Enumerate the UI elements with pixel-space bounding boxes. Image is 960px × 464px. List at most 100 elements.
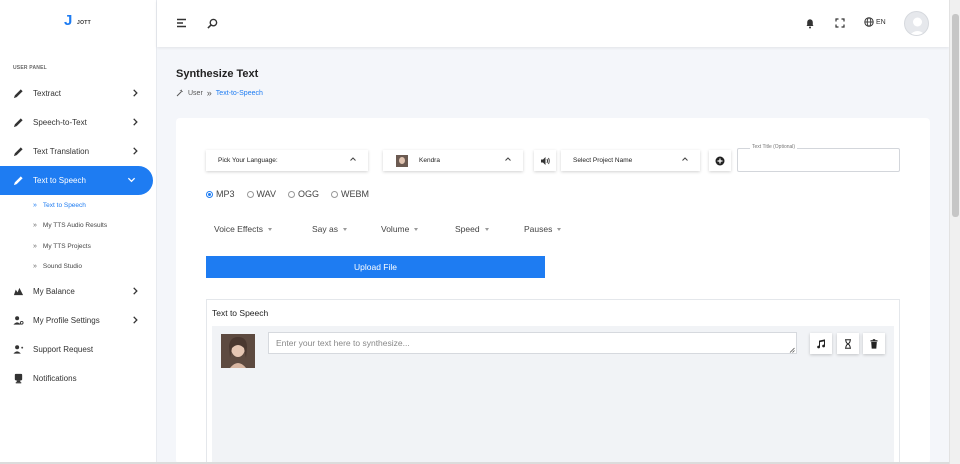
chevron-right-icon: [133, 89, 138, 97]
sidebar-item-text-to-speech[interactable]: Text to Speech: [0, 166, 153, 195]
preview-voice-button[interactable]: [534, 150, 556, 171]
dropdown-label: Say as: [312, 224, 338, 234]
format-radio-wav[interactable]: WAV: [246, 189, 277, 199]
language-code: EN: [876, 18, 886, 26]
fullscreen-icon[interactable]: [834, 17, 846, 29]
app-logo[interactable]: J JOTT: [64, 12, 91, 29]
voice-effects-dropdown[interactable]: Voice Effects: [214, 224, 272, 234]
sidebar-item-label: Speech-to-Text: [33, 118, 87, 127]
sidebar-item-support-request[interactable]: Support Request: [0, 335, 157, 364]
menu-toggle-icon[interactable]: [175, 17, 187, 29]
sidebar-item-label: My Balance: [33, 287, 75, 296]
submenu-item-label: My TTS Audio Results: [42, 222, 108, 230]
language-select[interactable]: Pick Your Language:: [206, 150, 368, 171]
breadcrumb-root[interactable]: User: [188, 90, 203, 97]
double-chevron-icon: »: [33, 222, 37, 230]
radio-indicator: [288, 190, 296, 198]
pen-icon: [13, 117, 24, 128]
sidebar-nav: Textract Speech-to-Text Text Translation…: [0, 79, 157, 393]
radio-label: MP3: [216, 189, 235, 199]
submenu-item-label: Sound Studio: [42, 263, 82, 271]
pauses-dropdown[interactable]: Pauses: [524, 224, 562, 234]
pause-timer-button[interactable]: [837, 333, 859, 354]
add-project-button[interactable]: [709, 150, 731, 171]
sidebar-item-textract[interactable]: Textract: [0, 79, 157, 108]
voice-select[interactable]: Kendra: [383, 150, 523, 171]
sidebar-item-label: Text to Speech: [33, 176, 86, 185]
double-chevron-icon: »: [33, 201, 37, 209]
language-select-value: Pick Your Language:: [218, 157, 278, 164]
resize-handle-icon[interactable]: [789, 347, 795, 353]
caret-down-icon: [557, 227, 562, 231]
breadcrumb: User » Text-to-Speech: [176, 88, 263, 98]
sidebar-item-label: Text Translation: [33, 147, 90, 156]
submenu-item-tts-audio-results[interactable]: » My TTS Audio Results: [0, 216, 157, 237]
voice-portrait-image: [221, 334, 255, 368]
search-icon[interactable]: [206, 17, 218, 29]
sidebar-item-text-translation[interactable]: Text Translation: [0, 137, 157, 166]
logo-letter: J: [64, 12, 73, 29]
pen-icon: [13, 175, 24, 186]
chevron-right-icon: [133, 118, 138, 126]
chevron-up-icon: [505, 157, 511, 161]
submenu-item-sound-studio[interactable]: » Sound Studio: [0, 257, 157, 278]
scrollbar-thumb[interactable]: [952, 14, 959, 217]
voice-avatar[interactable]: [221, 334, 255, 368]
text-title-legend: Text Title (Optional): [750, 144, 798, 150]
format-radio-ogg[interactable]: OGG: [288, 189, 319, 199]
logo-text: JOTT: [77, 19, 91, 26]
plus-circle-icon: [715, 156, 725, 165]
user-avatar-icon: [909, 17, 926, 35]
chevron-up-icon: [682, 157, 688, 161]
format-radio-mp3[interactable]: MP3: [206, 189, 235, 199]
bell-icon[interactable]: [804, 17, 816, 29]
trash-icon: [870, 338, 878, 349]
radio-indicator: [331, 190, 339, 198]
breadcrumb-current: Text-to-Speech: [215, 89, 263, 97]
format-radio-webm[interactable]: WEBM: [331, 189, 369, 199]
sidebar-item-speech-to-text[interactable]: Speech-to-Text: [0, 108, 157, 137]
format-radio-group: MP3 WAV OGG WEBM: [206, 189, 369, 199]
user-avatar[interactable]: [904, 11, 929, 36]
radio-indicator: [206, 190, 213, 198]
chevron-right-icon: [133, 147, 138, 155]
globe-icon: [864, 17, 874, 27]
submenu-item-text-to-speech[interactable]: » Text to Speech: [0, 195, 157, 216]
language-selector[interactable]: EN: [864, 17, 886, 27]
support-icon: [13, 344, 24, 355]
sidebar-item-label: Textract: [33, 89, 62, 98]
music-button[interactable]: [810, 333, 832, 354]
radio-label: WAV: [256, 189, 277, 199]
say-as-dropdown[interactable]: Say as: [312, 224, 347, 234]
speed-dropdown[interactable]: Speed: [455, 224, 489, 234]
caret-down-icon: [414, 227, 419, 231]
dropdown-label: Speed: [455, 224, 480, 234]
pen-icon: [13, 146, 24, 157]
tts-section-label: Text to Speech: [212, 308, 269, 318]
sidebar-item-notifications[interactable]: Notifications: [0, 364, 157, 393]
text-title-field[interactable]: [737, 148, 900, 172]
voice-thumbnail: [396, 154, 408, 167]
pen-icon: [13, 88, 24, 99]
panel-label: USER PANEL: [13, 65, 47, 71]
chevron-right-icon: [133, 316, 138, 324]
page-title: Synthesize Text: [176, 68, 259, 80]
voice-select-value: Kendra: [419, 157, 440, 164]
sidebar-item-label: Notifications: [33, 374, 77, 383]
double-chevron-icon: »: [33, 242, 37, 250]
magic-wand-icon: [176, 89, 183, 97]
dropdown-label: Voice Effects: [214, 224, 263, 234]
upload-file-button[interactable]: Upload File: [206, 256, 545, 278]
sidebar-item-my-profile-settings[interactable]: My Profile Settings: [0, 306, 157, 335]
submenu-item-tts-projects[interactable]: » My TTS Projects: [0, 236, 157, 257]
page-scrollbar[interactable]: [949, 0, 960, 464]
radio-label: OGG: [298, 189, 320, 199]
project-select-value: Select Project Name: [573, 157, 633, 164]
breadcrumb-separator-icon: »: [206, 88, 212, 98]
volume-dropdown[interactable]: Volume: [381, 224, 419, 234]
delete-button[interactable]: [863, 333, 885, 354]
sidebar: J JOTT USER PANEL Textract Speech-to-Tex…: [0, 0, 157, 464]
text-synthesize-input[interactable]: [268, 332, 797, 354]
project-select[interactable]: Select Project Name: [561, 150, 700, 171]
sidebar-item-my-balance[interactable]: My Balance: [0, 277, 157, 306]
